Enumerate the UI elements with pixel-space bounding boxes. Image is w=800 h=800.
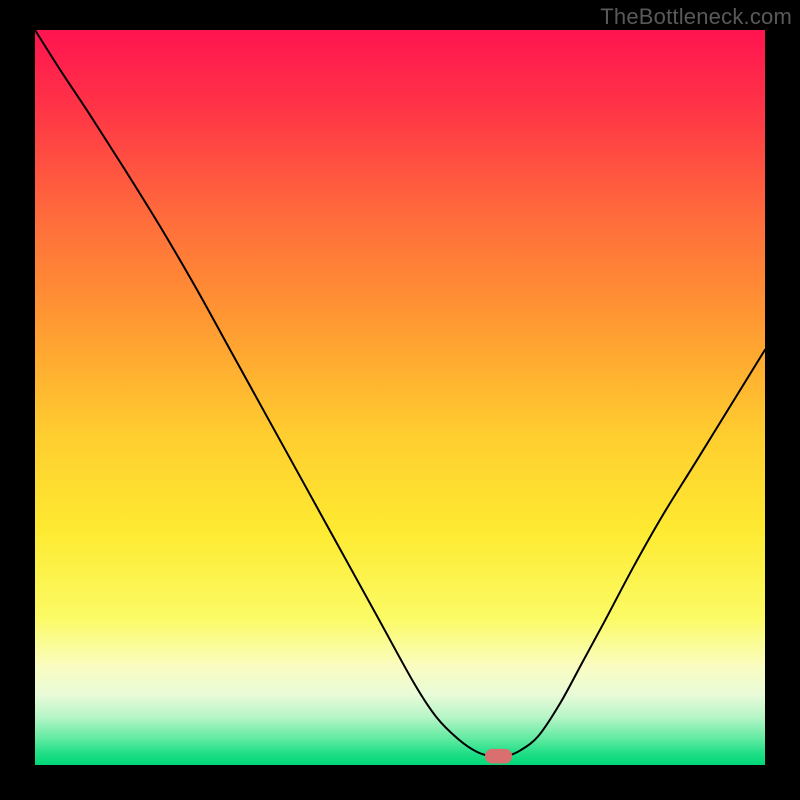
optimal-marker <box>485 749 512 764</box>
gradient-background <box>35 30 765 765</box>
chart-frame: TheBottleneck.com <box>0 0 800 800</box>
bottleneck-chart <box>0 0 800 800</box>
watermark-text: TheBottleneck.com <box>600 4 792 30</box>
